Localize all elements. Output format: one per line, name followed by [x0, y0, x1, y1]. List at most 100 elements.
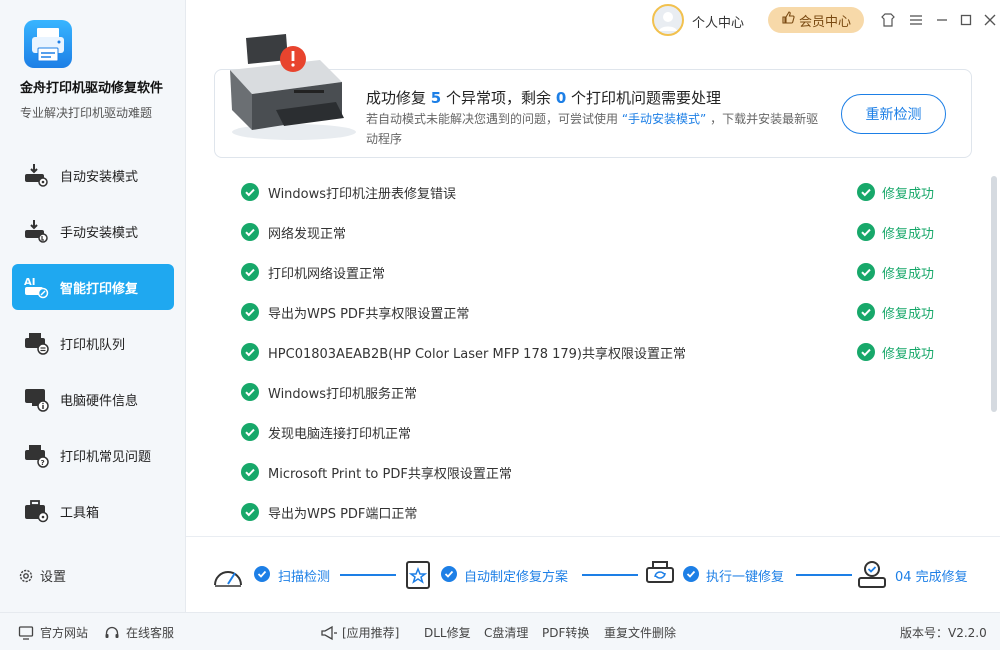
- printer-download-hand-icon: [22, 217, 50, 245]
- headset-icon: [104, 625, 120, 641]
- result-status-label: 修复成功: [882, 346, 935, 362]
- desc-prefix: 若自动模式未能解决您遇到的问题，可尝试使用: [366, 112, 619, 126]
- official-website-link[interactable]: 官方网站: [18, 624, 88, 641]
- result-row: Windows打印机注册表修复错误 修复成功: [214, 172, 984, 212]
- check-circle-icon: [857, 263, 875, 281]
- check-circle-icon: [241, 343, 259, 361]
- footer-link-dedupe[interactable]: 重复文件删除: [604, 624, 676, 641]
- printer-done-icon: [856, 559, 888, 591]
- check-circle-icon: [241, 463, 259, 481]
- step-label-plan: 自动制定修复方案: [464, 570, 569, 585]
- sidebar-item-hardware-info[interactable]: 电脑硬件信息: [12, 376, 174, 422]
- check-circle-icon: [241, 183, 259, 201]
- printer-download-gear-icon: [22, 161, 50, 189]
- result-status: 修复成功: [857, 303, 934, 322]
- maximize-icon[interactable]: [956, 10, 976, 30]
- printer-warning-illustration-icon: [224, 30, 364, 145]
- result-row: 网络发现正常 修复成功: [214, 212, 984, 252]
- avatar[interactable]: [652, 4, 684, 36]
- result-row: Microsoft Print to PDF共享权限设置正常: [214, 452, 984, 492]
- profile-center-link[interactable]: 个人中心: [692, 12, 744, 31]
- sidebar-item-toolbox[interactable]: 工具箱: [12, 488, 174, 534]
- result-status-label: 修复成功: [882, 186, 935, 202]
- footer-link-dll[interactable]: DLL修复: [424, 624, 471, 641]
- result-text: 网络发现正常: [268, 226, 347, 242]
- sidebar-item-printer-faq[interactable]: ? 打印机常见问题: [12, 432, 174, 478]
- check-circle-icon: [241, 503, 259, 521]
- app-title: 金舟打印机驱动修复软件: [20, 81, 164, 96]
- printer-refresh-icon: [644, 559, 676, 591]
- result-status-label: 修复成功: [882, 226, 935, 242]
- online-service-link[interactable]: 在线客服: [104, 624, 174, 641]
- sidebar-item-label: 电脑硬件信息: [60, 393, 139, 409]
- result-text: Windows打印机注册表修复错误: [268, 186, 457, 202]
- result-text: 导出为WPS PDF端口正常: [268, 506, 418, 522]
- result-status-label: 修复成功: [882, 266, 935, 282]
- thumbs-up-icon: [781, 11, 795, 29]
- app-subtitle: 专业解决打印机驱动难题: [20, 106, 153, 120]
- result-status-label: 修复成功: [882, 306, 935, 322]
- monitor-info-icon: [22, 385, 50, 413]
- check-circle-icon: [857, 223, 875, 241]
- remaining-count: 0: [555, 89, 567, 107]
- official-website-label: 官方网站: [40, 626, 89, 640]
- toolbox-icon: [22, 497, 50, 525]
- footer-link-pdf[interactable]: PDF转换: [542, 624, 589, 641]
- settings-button[interactable]: 设置: [18, 566, 66, 585]
- plan-document-star-icon: [402, 559, 434, 591]
- svg-text:?: ?: [41, 459, 45, 467]
- step-check-icon: [254, 566, 270, 582]
- monitor-icon: [18, 625, 34, 641]
- close-icon[interactable]: [980, 10, 1000, 30]
- title-middle: 个异常项，剩余: [446, 89, 552, 107]
- manual-install-link[interactable]: “手动安装模式”: [622, 112, 706, 126]
- sidebar-item-label: 工具箱: [60, 505, 100, 521]
- vip-center-button[interactable]: 会员中心: [768, 7, 864, 33]
- recheck-button[interactable]: 重新检测: [841, 94, 946, 134]
- step-connector: [340, 574, 396, 576]
- footer-bar: 官方网站 在线客服 [应用推荐] DLL修复 C盘清理 PDF转换 重复文件删除…: [0, 612, 1000, 650]
- result-row: 导出为WPS PDF端口正常: [214, 492, 984, 532]
- repair-summary-description: 若自动模式未能解决您遇到的问题，可尝试使用 “手动安装模式” ，下载并安装最新驱…: [366, 109, 826, 149]
- result-text: Microsoft Print to PDF共享权限设置正常: [268, 466, 512, 482]
- step-connector: [796, 574, 852, 576]
- minimize-icon[interactable]: [932, 10, 952, 30]
- sidebar-item-label: 打印机队列: [60, 337, 126, 353]
- check-circle-icon: [241, 423, 259, 441]
- skin-icon[interactable]: [878, 10, 898, 30]
- check-circle-icon: [241, 263, 259, 281]
- check-circle-icon: [857, 303, 875, 321]
- scan-gauge-icon: [212, 559, 244, 591]
- sidebar-item-auto-install[interactable]: 自动安装模式: [12, 152, 174, 198]
- footer-link-c-clean[interactable]: C盘清理: [484, 624, 528, 641]
- result-text: HPC01803AEAB2B(HP Color Laser MFP 178 17…: [268, 346, 686, 362]
- vip-center-label: 会员中心: [798, 14, 851, 30]
- settings-label: 设置: [40, 570, 67, 585]
- sidebar-item-smart-repair[interactable]: AI 智能打印修复: [12, 264, 174, 310]
- check-circle-icon: [857, 183, 875, 201]
- repair-result-list: Windows打印机注册表修复错误 修复成功 网络发现正常 修复成功 打印机网络设置正常…: [214, 172, 998, 532]
- check-circle-icon: [241, 303, 259, 321]
- app-logo-icon: [24, 20, 72, 68]
- result-row: 打印机网络设置正常 修复成功: [214, 252, 984, 292]
- menu-icon[interactable]: [906, 10, 926, 30]
- step-connector: [582, 574, 638, 576]
- title-prefix: 成功修复: [366, 89, 427, 107]
- app-recommend-label: [应用推荐]: [342, 626, 400, 640]
- online-service-label: 在线客服: [126, 626, 175, 640]
- sidebar-item-label: 打印机常见问题: [60, 449, 152, 465]
- result-text: Windows打印机服务正常: [268, 386, 418, 402]
- result-status: 修复成功: [857, 183, 934, 202]
- sidebar: 金舟打印机驱动修复软件 专业解决打印机驱动难题 自动安装模式 手动安装模式 AI…: [0, 0, 186, 615]
- gear-icon: [18, 568, 34, 584]
- result-row: HPC01803AEAB2B(HP Color Laser MFP 178 17…: [214, 332, 984, 372]
- result-text: 导出为WPS PDF共享权限设置正常: [268, 306, 470, 322]
- sidebar-item-manual-install[interactable]: 手动安装模式: [12, 208, 174, 254]
- megaphone-icon: [320, 625, 337, 641]
- sidebar-item-printer-queue[interactable]: 打印机队列: [12, 320, 174, 366]
- fixed-count: 5: [430, 89, 442, 107]
- printer-queue-icon: [22, 329, 50, 357]
- repair-progress-steps: 扫描检测 自动制定修复方案 执行一键修复 04 完成修复: [186, 536, 1000, 612]
- version-label: 版本号：V2.2.0: [900, 626, 987, 640]
- result-list-scrollbar[interactable]: [991, 176, 997, 412]
